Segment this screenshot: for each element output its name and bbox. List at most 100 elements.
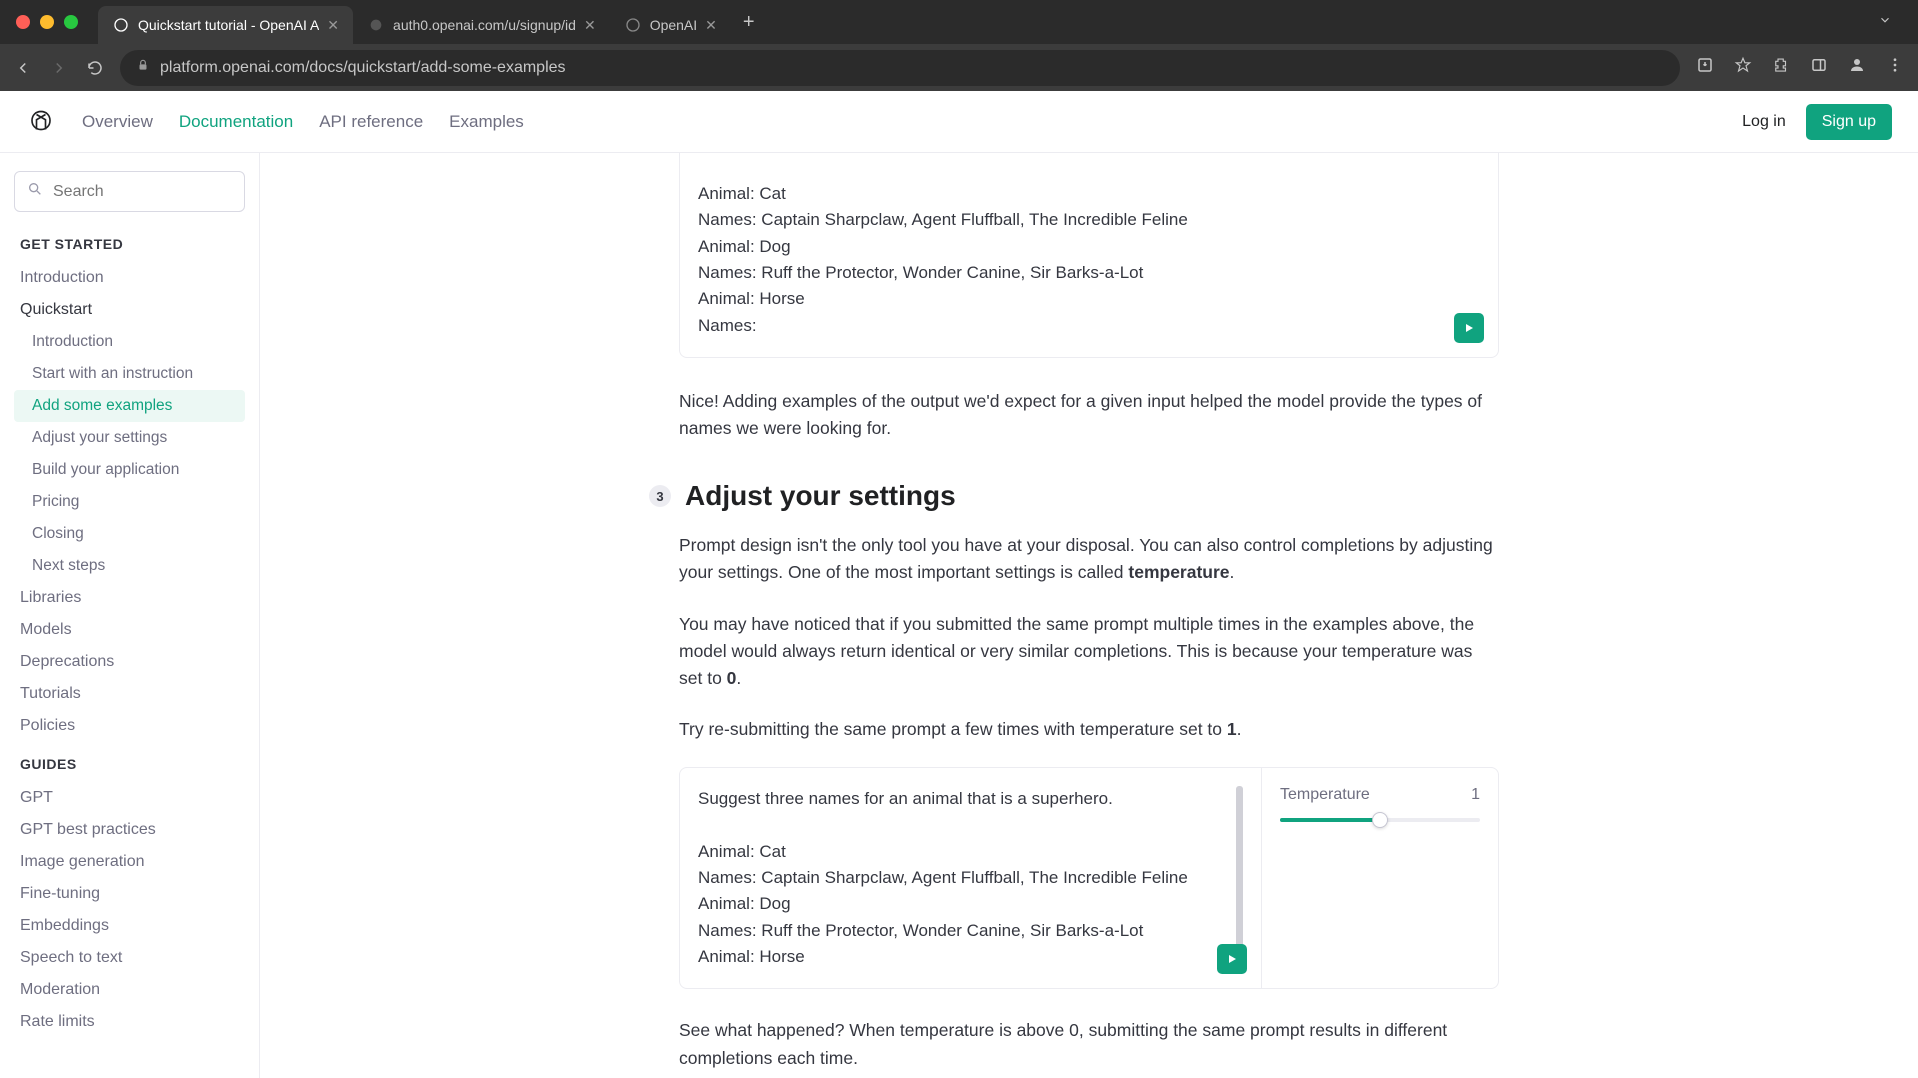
site-header: Overview Documentation API reference Exa… [0,91,1918,153]
main-content: Animal: Cat Names: Captain Sharpclaw, Ag… [260,153,1918,1078]
sidebar-section-title: GET STARTED [20,236,245,252]
header-right: Log in Sign up [1742,104,1892,140]
sidebar-item-introduction[interactable]: Introduction [14,262,245,294]
sidebar-item-image-generation[interactable]: Image generation [14,846,245,878]
new-tab-button[interactable]: + [731,11,767,34]
signup-button[interactable]: Sign up [1806,104,1892,140]
prompt-card-1: Animal: Cat Names: Captain Sharpclaw, Ag… [679,153,1499,358]
nav-documentation[interactable]: Documentation [179,112,293,132]
tab-auth0[interactable]: auth0.openai.com/u/signup/id ✕ [353,6,610,44]
sidebar-item-fine-tuning[interactable]: Fine-tuning [14,878,245,910]
sidebar-item-qs-adjust-settings[interactable]: Adjust your settings [14,422,245,454]
temperature-row: Temperature 1 [1280,786,1480,804]
sidebar-item-qs-closing[interactable]: Closing [14,518,245,550]
close-tab-icon[interactable]: ✕ [705,17,717,34]
minimize-window-button[interactable] [40,15,54,29]
scrollbar[interactable] [1236,786,1243,970]
tab-quickstart[interactable]: Quickstart tutorial - OpenAI A ✕ [98,6,353,44]
section-heading: Adjust your settings [685,480,956,512]
maximize-window-button[interactable] [64,15,78,29]
sidepanel-icon[interactable] [1810,56,1828,79]
paragraph: Try re-submitting the same prompt a few … [679,716,1499,743]
prompt-line: Names: Captain Sharpclaw, Agent Fluffbal… [698,207,1480,233]
sidebar-item-qs-build-application[interactable]: Build your application [14,454,245,486]
login-link[interactable]: Log in [1742,113,1786,131]
paragraph: Nice! Adding examples of the output we'd… [679,388,1499,442]
nav-api-reference[interactable]: API reference [319,112,423,132]
header-left: Overview Documentation API reference Exa… [26,107,524,137]
run-button[interactable] [1217,944,1247,974]
tabs-menu-button[interactable] [1864,13,1906,32]
temperature-label: Temperature [1280,786,1370,804]
search-box[interactable]: ⌘ K [14,171,245,212]
openai-favicon-icon [624,16,642,34]
extensions-icon[interactable] [1772,56,1790,79]
prompt-line: Suggest three names for an animal that i… [698,786,1222,812]
sidebar-item-libraries[interactable]: Libraries [14,582,245,614]
openai-logo-icon[interactable] [26,107,56,137]
bookmark-icon[interactable] [1734,56,1752,79]
install-icon[interactable] [1696,56,1714,79]
temperature-slider[interactable] [1280,818,1480,822]
sidebar-item-policies[interactable]: Policies [14,710,245,742]
step-number-badge: 3 [649,485,671,507]
sidebar-item-qs-next-steps[interactable]: Next steps [14,550,245,582]
tab-label: OpenAI [650,17,697,33]
url-input[interactable]: platform.openai.com/docs/quickstart/add-… [120,50,1680,86]
header-nav: Overview Documentation API reference Exa… [82,112,524,132]
sidebar-item-gpt-best-practices[interactable]: GPT best practices [14,814,245,846]
url-text: platform.openai.com/docs/quickstart/add-… [160,59,566,77]
sidebar-item-quickstart[interactable]: Quickstart [14,294,245,326]
sidebar-item-tutorials[interactable]: Tutorials [14,678,245,710]
forward-button[interactable] [50,59,68,77]
run-button[interactable] [1454,313,1484,343]
sidebar-item-qs-introduction[interactable]: Introduction [14,326,245,358]
browser-chrome: Quickstart tutorial - OpenAI A ✕ auth0.o… [0,0,1918,91]
search-input[interactable] [53,183,260,201]
slider-fill [1280,818,1380,822]
search-icon [27,181,43,202]
sidebar: ⌘ K GET STARTED Introduction Quickstart … [0,153,260,1078]
profile-icon[interactable] [1848,56,1866,79]
sidebar-item-deprecations[interactable]: Deprecations [14,646,245,678]
prompt-line: Animal: Horse [698,944,1222,970]
section-heading-row: 3 Adjust your settings [649,480,1499,512]
sidebar-item-gpt[interactable]: GPT [14,782,245,814]
tab-label: Quickstart tutorial - OpenAI A [138,17,319,33]
menu-icon[interactable] [1886,56,1904,79]
tab-label: auth0.openai.com/u/signup/id [393,17,576,33]
temperature-value: 1 [1471,786,1480,804]
nav-overview[interactable]: Overview [82,112,153,132]
openai-favicon-icon [112,16,130,34]
prompt-line: Names: [698,313,1480,339]
sidebar-item-models[interactable]: Models [14,614,245,646]
prompt-text: Suggest three names for an animal that i… [698,786,1228,970]
prompt-line: Animal: Horse [698,286,1480,312]
tab-bar: Quickstart tutorial - OpenAI A ✕ auth0.o… [0,0,1918,44]
reload-button[interactable] [86,59,104,77]
sidebar-item-moderation[interactable]: Moderation [14,974,245,1006]
play-icon [1226,953,1238,965]
prompt-line: Animal: Dog [698,891,1222,917]
prompt-line: Animal: Cat [698,839,1222,865]
sidebar-item-qs-start-instruction[interactable]: Start with an instruction [14,358,245,390]
sidebar-item-speech-to-text[interactable]: Speech to text [14,942,245,974]
sidebar-item-embeddings[interactable]: Embeddings [14,910,245,942]
sidebar-item-qs-pricing[interactable]: Pricing [14,486,245,518]
settings-panel: Temperature 1 [1262,768,1498,988]
tab-openai[interactable]: OpenAI ✕ [610,6,731,44]
prompt-line: Names: Captain Sharpclaw, Agent Fluffbal… [698,865,1222,891]
close-tab-icon[interactable]: ✕ [327,17,339,34]
window-controls [16,15,78,29]
close-window-button[interactable] [16,15,30,29]
sidebar-item-qs-add-examples[interactable]: Add some examples [14,390,245,422]
prompt-line [698,812,1222,838]
auth0-favicon-icon [367,16,385,34]
address-bar: platform.openai.com/docs/quickstart/add-… [0,44,1918,91]
tabs: Quickstart tutorial - OpenAI A ✕ auth0.o… [98,0,731,44]
nav-examples[interactable]: Examples [449,112,524,132]
back-button[interactable] [14,59,32,77]
sidebar-item-rate-limits[interactable]: Rate limits [14,1006,245,1038]
close-tab-icon[interactable]: ✕ [584,17,596,34]
slider-thumb[interactable] [1372,812,1388,828]
